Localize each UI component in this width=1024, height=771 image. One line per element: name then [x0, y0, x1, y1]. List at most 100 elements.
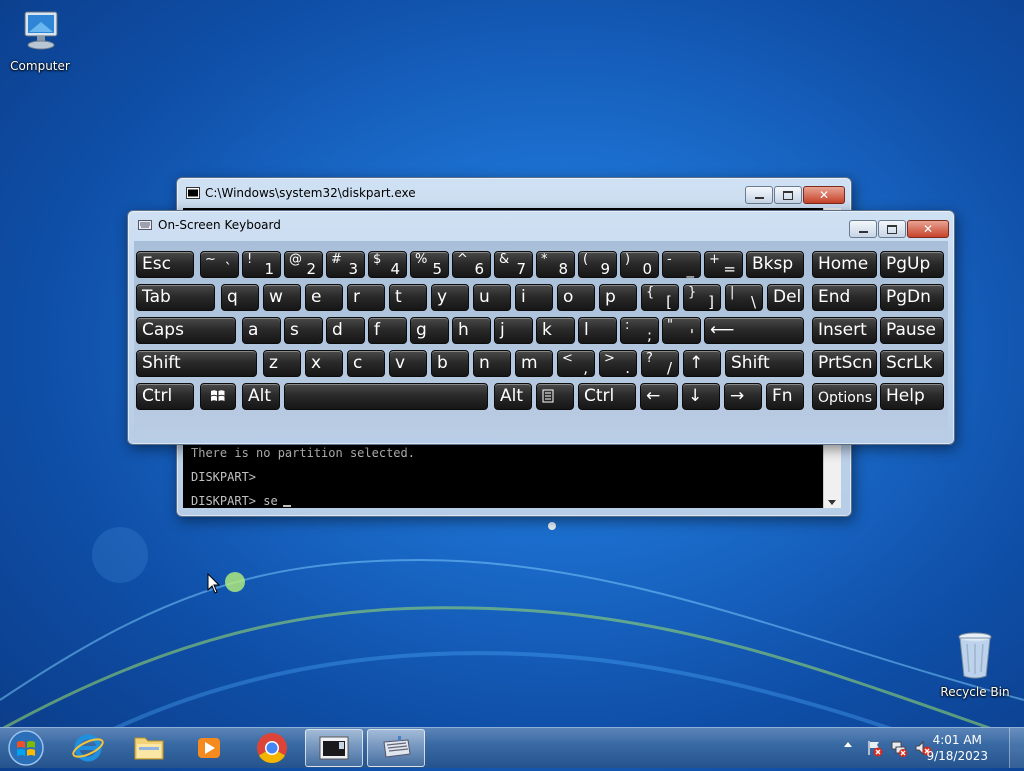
scroll-down-icon[interactable]	[828, 500, 836, 505]
key-help[interactable]: Help	[880, 383, 944, 410]
key-pgup[interactable]: PgUp	[880, 251, 944, 278]
key-space[interactable]	[284, 383, 488, 410]
key-3[interactable]: #3	[326, 251, 365, 278]
taskbar-diskpart-console[interactable]	[305, 729, 363, 767]
key-period[interactable]: >.	[599, 350, 637, 377]
key-k[interactable]: k	[536, 317, 575, 344]
key-2[interactable]: @2	[284, 251, 323, 278]
key-e[interactable]: e	[305, 284, 343, 311]
key-u[interactable]: u	[473, 284, 511, 311]
key-end[interactable]: End	[812, 284, 877, 311]
key-del[interactable]: Del	[767, 284, 804, 311]
osk-window[interactable]: On-Screen Keyboard ✕ Esc ~ `! 1 @2 #3 $4% 5 ^ 6 & 7…	[127, 210, 955, 445]
key-fn[interactable]: Fn	[766, 383, 804, 410]
key-z[interactable]: z	[263, 350, 301, 377]
key-home[interactable]: Home	[812, 251, 877, 278]
key-0[interactable]: ) 0	[620, 251, 659, 278]
key-m[interactable]: m	[515, 350, 553, 377]
console-close-button[interactable]: ✕	[803, 186, 845, 204]
key-y[interactable]: y	[431, 284, 469, 311]
key-equals[interactable]: + =	[704, 251, 743, 278]
key-enter[interactable]: ⟵	[704, 317, 804, 344]
key-insert[interactable]: Insert	[812, 317, 877, 344]
key-8[interactable]: * 8	[536, 251, 575, 278]
taskbar-media-player[interactable]	[180, 729, 238, 767]
start-button[interactable]	[6, 729, 46, 767]
show-desktop-button[interactable]	[1009, 728, 1024, 768]
key-options[interactable]: Options	[812, 383, 877, 410]
taskbar-on-screen-keyboard[interactable]	[367, 729, 425, 767]
key-minus[interactable]: - _	[662, 251, 701, 278]
taskbar-chrome[interactable]	[243, 729, 301, 767]
taskbar-internet-explorer[interactable]	[59, 729, 117, 767]
console-maximize-button[interactable]	[774, 186, 802, 204]
key-g[interactable]: g	[410, 317, 449, 344]
taskbar-clock[interactable]: 4:01 AM 9/18/2023	[926, 732, 988, 764]
osk-minimize-button[interactable]	[849, 220, 877, 238]
key-r[interactable]: r	[347, 284, 385, 311]
taskbar-windows-explorer[interactable]	[120, 729, 178, 767]
key-h[interactable]: h	[452, 317, 491, 344]
key-pause[interactable]: Pause	[880, 317, 944, 344]
key-slash[interactable]: ? /	[641, 350, 679, 377]
key-x[interactable]: x	[305, 350, 343, 377]
key-left-arrow[interactable]: ←	[640, 383, 678, 410]
key-f[interactable]: f	[368, 317, 407, 344]
osk-titlebar[interactable]: On-Screen Keyboard	[128, 211, 954, 239]
key-5[interactable]: % 5	[410, 251, 449, 278]
console-minimize-button[interactable]	[745, 186, 773, 204]
key-prtscn[interactable]: PrtScn	[812, 350, 877, 377]
key-d[interactable]: d	[326, 317, 365, 344]
key-alt-left[interactable]: Alt	[242, 383, 280, 410]
key-w[interactable]: w	[263, 284, 301, 311]
osk-close-button[interactable]: ✕	[907, 220, 949, 238]
key-backtick[interactable]: ~ `	[200, 251, 239, 278]
key-q[interactable]: q	[221, 284, 259, 311]
key-p[interactable]: p	[599, 284, 637, 311]
key-up-arrow[interactable]: ↑	[683, 350, 721, 377]
key-b[interactable]: b	[431, 350, 469, 377]
desktop-icon-recycle-bin[interactable]: Recycle Bin	[935, 630, 1015, 699]
key-9[interactable]: (9	[578, 251, 617, 278]
key-down-arrow[interactable]: ↓	[682, 383, 720, 410]
key-semicolon[interactable]: :;	[620, 317, 659, 344]
key-backspace[interactable]: Bksp	[746, 251, 804, 278]
osk-maximize-button[interactable]	[878, 220, 906, 238]
key-right-arrow[interactable]: →	[724, 383, 762, 410]
key-6[interactable]: ^ 6	[452, 251, 491, 278]
key-i[interactable]: i	[515, 284, 553, 311]
key-caps[interactable]: Caps	[136, 317, 236, 344]
key-shift-left[interactable]: Shift	[136, 350, 257, 377]
network-icon[interactable]	[890, 739, 908, 757]
show-hidden-icons-button[interactable]	[844, 742, 852, 747]
key-l[interactable]: l	[578, 317, 617, 344]
key-esc[interactable]: Esc	[136, 251, 194, 278]
key-ctrl-right[interactable]: Ctrl	[578, 383, 636, 410]
key-4[interactable]: $4	[368, 251, 407, 278]
action-center-flag-icon[interactable]	[866, 739, 884, 757]
key-7[interactable]: & 7	[494, 251, 533, 278]
key-t[interactable]: t	[389, 284, 427, 311]
key-windows[interactable]	[200, 383, 236, 410]
key-j[interactable]: j	[494, 317, 533, 344]
key-1[interactable]: ! 1	[242, 251, 281, 278]
key-c[interactable]: c	[347, 350, 385, 377]
key-ctrl-left[interactable]: Ctrl	[136, 383, 194, 410]
key-alt-right[interactable]: Alt	[494, 383, 532, 410]
key-tab[interactable]: Tab	[136, 284, 215, 311]
key-pgdn[interactable]: PgDn	[880, 284, 944, 311]
key-rbracket[interactable]: }]	[683, 284, 721, 311]
key-shift-right[interactable]: Shift	[725, 350, 804, 377]
key-o[interactable]: o	[557, 284, 595, 311]
key-a[interactable]: a	[242, 317, 281, 344]
key-n[interactable]: n	[473, 350, 511, 377]
key-lbracket[interactable]: {[	[641, 284, 679, 311]
key-menu[interactable]	[536, 383, 574, 410]
key-quote[interactable]: " '	[662, 317, 701, 344]
key-v[interactable]: v	[389, 350, 427, 377]
desktop-icon-computer[interactable]: Computer	[0, 8, 80, 73]
key-backslash[interactable]: | \	[725, 284, 763, 311]
key-comma[interactable]: <,	[557, 350, 595, 377]
key-scrlk[interactable]: ScrLk	[880, 350, 944, 377]
key-s[interactable]: s	[284, 317, 323, 344]
